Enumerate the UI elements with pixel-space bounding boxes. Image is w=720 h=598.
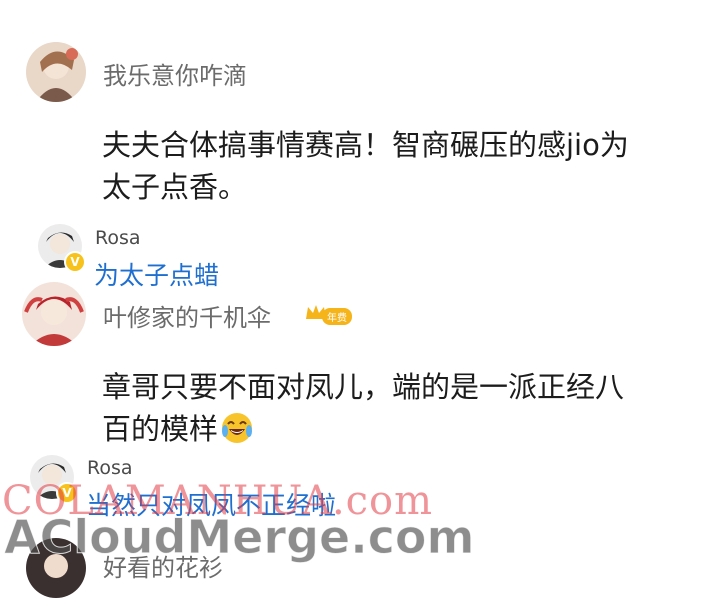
comment-text-line: 百的模样: [102, 408, 702, 450]
reply-author[interactable]: Rosa: [95, 227, 141, 249]
comment-author[interactable]: 叶修家的千机伞: [103, 298, 271, 333]
comment-text-line: 章哥只要不面对凤儿，端的是一派正经八: [102, 370, 625, 404]
comment-text-line: 夫夫合体搞事情赛高！智商碾压的感jio为: [102, 128, 629, 162]
watermark: ACloudMerge.com: [3, 510, 475, 565]
comment-text-line: 太子点香。: [102, 170, 248, 204]
avatar[interactable]: [26, 42, 86, 102]
avatar[interactable]: [22, 282, 86, 346]
verified-icon: V: [64, 251, 86, 273]
comment-text-fragment: 百的模样: [102, 412, 219, 446]
comment-text: 章哥只要不面对凤儿，端的是一派正经八 百的模样: [102, 366, 702, 450]
reply-author[interactable]: Rosa: [87, 457, 133, 479]
laughing-tears-emoji-icon: [222, 413, 253, 443]
annual-badge: 年费: [322, 308, 352, 325]
comment-author[interactable]: 我乐意你咋滴: [103, 56, 247, 91]
reply-text: 为太子点蜡: [94, 261, 220, 290]
comment-text: 夫夫合体搞事情赛高！智商碾压的感jio为 太子点香。: [102, 124, 702, 208]
